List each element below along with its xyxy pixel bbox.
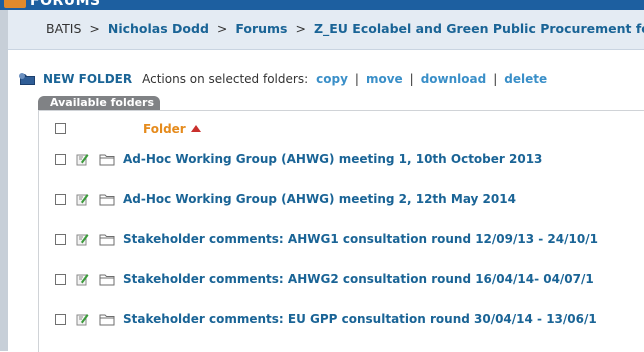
folder-row: Stakeholder comments: EU GPP consultatio… <box>55 312 597 326</box>
folder-column-header-label: Folder <box>143 122 186 136</box>
folder-icon <box>99 154 115 165</box>
download-link[interactable]: download <box>421 72 487 86</box>
breadcrumb-link-forums[interactable]: Forums <box>235 21 287 36</box>
edit-icon[interactable] <box>76 233 89 246</box>
folder-checkbox[interactable] <box>55 313 66 325</box>
action-divider: | <box>354 72 359 86</box>
folder-checkbox[interactable] <box>55 233 66 245</box>
breadcrumb-bar: BATIS > Nicholas Dodd > Forums > Z_EU Ec… <box>8 10 644 50</box>
new-folder-button[interactable]: NEW FOLDER <box>43 72 132 86</box>
move-link[interactable]: move <box>366 72 403 86</box>
app-header: FORUMS <box>0 0 644 10</box>
available-folders-tab[interactable]: Available folders <box>38 96 161 110</box>
folder-link[interactable]: Stakeholder comments: AHWG1 consultation… <box>123 232 598 246</box>
sort-ascending-icon[interactable] <box>190 125 201 132</box>
folder-icon <box>99 314 115 325</box>
folder-column-header[interactable]: Folder <box>143 122 201 136</box>
folder-link[interactable]: Stakeholder comments: AHWG2 consultation… <box>123 272 594 286</box>
folder-icon <box>99 194 115 205</box>
folder-link[interactable]: Ad-Hoc Working Group (AHWG) meeting 2, 1… <box>123 192 516 206</box>
left-strip <box>0 10 8 351</box>
breadcrumb-separator: > <box>295 21 306 36</box>
folder-icon <box>99 234 115 245</box>
breadcrumb-link-user[interactable]: Nicholas Dodd <box>108 21 209 36</box>
page-title: FORUMS <box>30 0 101 9</box>
breadcrumb-separator: > <box>89 21 100 36</box>
folder-row: Stakeholder comments: AHWG2 consultation… <box>55 272 594 286</box>
new-folder-icon[interactable] <box>18 72 38 86</box>
edit-icon[interactable] <box>76 273 89 286</box>
folder-toolbar: NEW FOLDER Actions on selected folders: … <box>18 72 547 86</box>
folder-list-header: Folder <box>55 122 201 136</box>
folder-checkbox[interactable] <box>55 153 66 165</box>
forums-logo-icon <box>4 0 26 8</box>
action-divider: | <box>409 72 414 86</box>
breadcrumb-root: BATIS <box>46 21 82 36</box>
folder-icon <box>99 274 115 285</box>
folder-row: Stakeholder comments: AHWG1 consultation… <box>55 232 598 246</box>
action-divider: | <box>493 72 498 86</box>
folder-list-panel: Folder Ad-Hoc Working Group (AHWG) meeti… <box>38 110 644 352</box>
edit-icon[interactable] <box>76 313 89 326</box>
folder-row: Ad-Hoc Working Group (AHWG) meeting 2, 1… <box>55 192 516 206</box>
delete-link[interactable]: delete <box>504 72 547 86</box>
folder-link[interactable]: Ad-Hoc Working Group (AHWG) meeting 1, 1… <box>123 152 542 166</box>
breadcrumb: BATIS > Nicholas Dodd > Forums > Z_EU Ec… <box>46 21 644 36</box>
actions-label: Actions on selected folders: <box>142 72 309 86</box>
folder-row: Ad-Hoc Working Group (AHWG) meeting 1, 1… <box>55 152 542 166</box>
folder-checkbox[interactable] <box>55 273 66 285</box>
edit-icon[interactable] <box>76 153 89 166</box>
folder-checkbox[interactable] <box>55 193 66 205</box>
edit-icon[interactable] <box>76 193 89 206</box>
breadcrumb-link-forum[interactable]: Z_EU Ecolabel and Green Public Procureme… <box>314 21 644 36</box>
folder-link[interactable]: Stakeholder comments: EU GPP consultatio… <box>123 312 597 326</box>
breadcrumb-separator: > <box>216 21 228 36</box>
copy-link[interactable]: copy <box>316 72 348 86</box>
select-all-checkbox[interactable] <box>55 123 66 134</box>
